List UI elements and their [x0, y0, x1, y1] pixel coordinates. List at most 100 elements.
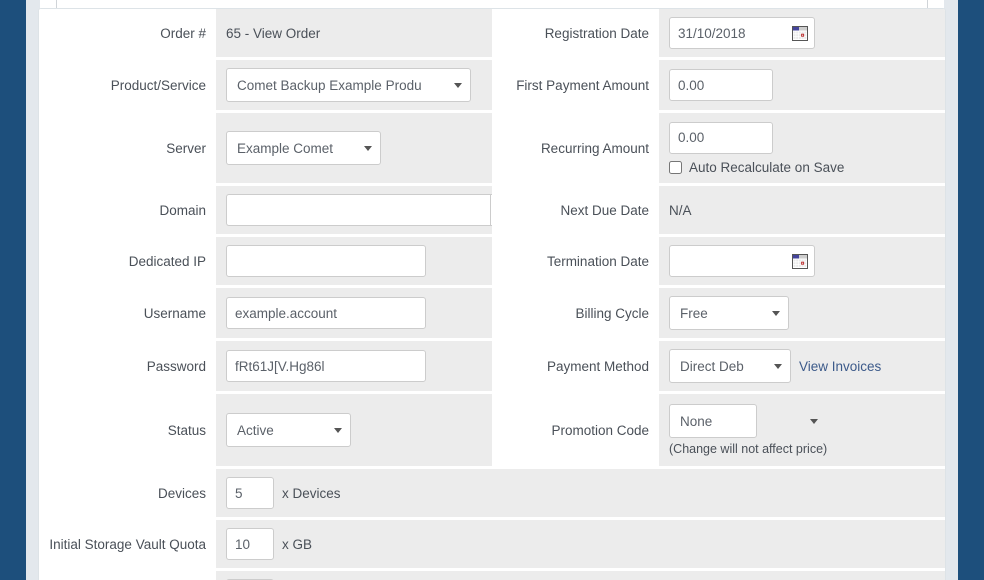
- order-label: Order #: [39, 9, 216, 59]
- server-cell: Example Comet: [216, 113, 492, 185]
- auto-recalculate-label: Auto Recalculate on Save: [689, 159, 845, 175]
- order-value[interactable]: 65 - View Order: [226, 26, 320, 41]
- termination-date-group[interactable]: [669, 245, 815, 277]
- form-row: Devices x Devices: [39, 469, 945, 520]
- field-first-payment: First Payment Amount: [492, 60, 945, 112]
- registration-date-input[interactable]: [678, 19, 786, 47]
- product-details-panel: Order # 65 - View Order Registration Dat…: [38, 8, 946, 580]
- product-service-select-wrap: Comet Backup Example Produ: [226, 68, 471, 102]
- first-payment-label: First Payment Amount: [492, 60, 659, 112]
- field-domain: Domain: [39, 186, 524, 236]
- devices-suffix: x Devices: [282, 485, 341, 501]
- field-server: Server Example Comet: [39, 113, 492, 185]
- form-row: Order # 65 - View Order Registration Dat…: [39, 9, 945, 60]
- next-due-date-cell: N/A: [659, 186, 945, 236]
- devices-label: Devices: [39, 469, 216, 519]
- promotion-code-note: (Change will not affect price): [669, 442, 828, 456]
- dedicated-ip-label: Dedicated IP: [39, 237, 216, 287]
- field-termination-date: Termination Date: [492, 237, 945, 287]
- field-password: Password: [39, 341, 492, 393]
- promotion-code-cell: None (Change will not affect price): [659, 394, 945, 468]
- domain-cell: [216, 186, 524, 236]
- recurring-amount-stack: Auto Recalculate on Save: [669, 121, 844, 175]
- auto-recalculate-row: Auto Recalculate on Save: [669, 160, 844, 175]
- protected-items-label: Protected Items Quota: [39, 571, 216, 580]
- server-select-wrap: Example Comet: [226, 131, 381, 165]
- field-billing-cycle: Billing Cycle Free: [492, 288, 945, 340]
- password-cell: [216, 341, 492, 393]
- billing-cycle-select-wrap: Free: [669, 296, 789, 330]
- order-value-cell: 65 - View Order: [216, 9, 492, 59]
- storage-quota-cell: x GB: [216, 520, 945, 570]
- browser-right-blue-bar: [958, 0, 984, 580]
- status-select[interactable]: Active: [226, 413, 351, 447]
- domain-input[interactable]: [226, 194, 490, 226]
- recurring-amount-label: Recurring Amount: [492, 113, 659, 185]
- field-username: Username: [39, 288, 492, 340]
- view-invoices-link[interactable]: View Invoices: [799, 359, 881, 374]
- field-dedicated-ip: Dedicated IP: [39, 237, 492, 287]
- field-status: Status Active: [39, 394, 492, 468]
- calendar-icon[interactable]: [792, 253, 808, 269]
- form-row: Server Example Comet Recurring Amount Au…: [39, 113, 945, 186]
- form-row: Username Billing Cycle Free: [39, 288, 945, 341]
- product-service-select[interactable]: Comet Backup Example Produ: [226, 68, 471, 102]
- field-promotion-code: Promotion Code None (Change will not aff…: [492, 394, 945, 468]
- password-label: Password: [39, 341, 216, 393]
- payment-method-label: Payment Method: [492, 341, 659, 393]
- calendar-icon[interactable]: [792, 25, 808, 41]
- password-input[interactable]: [226, 350, 426, 382]
- status-label: Status: [39, 394, 216, 468]
- next-due-date-value: N/A: [669, 202, 692, 218]
- field-payment-method: Payment Method Direct Deb View Invoices: [492, 341, 945, 393]
- first-payment-cell: [659, 60, 945, 112]
- field-product-service: Product/Service Comet Backup Example Pro…: [39, 60, 492, 112]
- termination-date-input[interactable]: [678, 247, 786, 275]
- browser-left-blue-bar: [0, 0, 26, 580]
- form-row: Dedicated IP Termination Date: [39, 237, 945, 288]
- domain-label: Domain: [39, 186, 216, 236]
- form-row: Protected Items Quota x GB: [39, 571, 945, 580]
- dedicated-ip-cell: [216, 237, 492, 287]
- username-input[interactable]: [226, 297, 426, 329]
- first-payment-input[interactable]: [669, 69, 773, 101]
- username-label: Username: [39, 288, 216, 340]
- storage-quota-label: Initial Storage Vault Quota: [39, 520, 216, 570]
- payment-method-cell: Direct Deb View Invoices: [659, 341, 945, 393]
- recurring-amount-input[interactable]: [669, 121, 773, 154]
- storage-quota-suffix: x GB: [282, 536, 313, 552]
- product-service-cell: Comet Backup Example Produ: [216, 60, 492, 112]
- promotion-code-select[interactable]: None: [669, 404, 757, 438]
- billing-cycle-cell: Free: [659, 288, 945, 340]
- field-recurring-amount: Recurring Amount Auto Recalculate on Sav…: [492, 113, 945, 185]
- billing-cycle-select[interactable]: Free: [669, 296, 789, 330]
- promotion-code-stack: None (Change will not affect price): [669, 404, 827, 456]
- registration-date-group[interactable]: [669, 17, 815, 49]
- storage-quota-input[interactable]: [226, 528, 274, 560]
- registration-date-label: Registration Date: [492, 9, 659, 59]
- page-root: Order # 65 - View Order Registration Dat…: [0, 0, 984, 580]
- browser-right-pale-bar: [944, 0, 958, 580]
- dedicated-ip-input[interactable]: [226, 245, 426, 277]
- form-row: Initial Storage Vault Quota x GB: [39, 520, 945, 571]
- form-row: Product/Service Comet Backup Example Pro…: [39, 60, 945, 113]
- auto-recalculate-checkbox[interactable]: [669, 160, 682, 174]
- billing-cycle-label: Billing Cycle: [492, 288, 659, 340]
- protected-items-cell: x GB: [216, 571, 945, 580]
- field-registration-date: Registration Date: [492, 9, 945, 59]
- devices-input[interactable]: [226, 477, 274, 509]
- form-row: Status Active Promotion Code None (Chang…: [39, 394, 945, 469]
- next-due-date-label: Next Due Date: [492, 186, 659, 236]
- server-label: Server: [39, 113, 216, 185]
- server-select[interactable]: Example Comet: [226, 131, 381, 165]
- payment-method-select-wrap: Direct Deb: [669, 349, 791, 383]
- username-cell: [216, 288, 492, 340]
- promotion-code-select-wrap: None: [669, 404, 827, 438]
- domain-input-group: [226, 194, 524, 226]
- field-order: Order # 65 - View Order: [39, 9, 492, 59]
- devices-cell: x Devices: [216, 469, 945, 519]
- form-row: Password Payment Method Direct Deb View …: [39, 341, 945, 394]
- promotion-code-label: Promotion Code: [492, 394, 659, 468]
- payment-method-select[interactable]: Direct Deb: [669, 349, 791, 383]
- registration-date-cell: [659, 9, 945, 59]
